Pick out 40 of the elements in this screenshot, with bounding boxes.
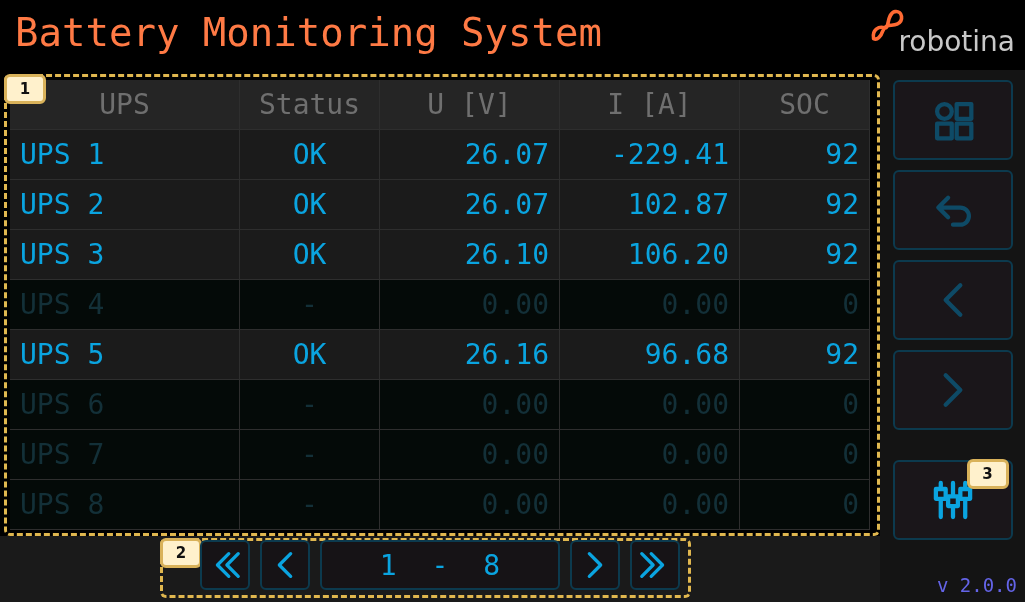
- table-cell: -229.41: [560, 130, 740, 180]
- prev-page-button[interactable]: [260, 540, 310, 590]
- column-header: Status: [240, 80, 380, 130]
- annotation-label: 2: [160, 538, 202, 568]
- table-cell: UPS 5: [10, 330, 240, 380]
- table-cell: 96.68: [560, 330, 740, 380]
- table-cell: 106.20: [560, 230, 740, 280]
- table-cell: 92: [740, 180, 870, 230]
- table-cell: 26.07: [380, 180, 560, 230]
- annotation-label: 3: [966, 459, 1009, 489]
- column-header: SOC: [740, 80, 870, 130]
- table-cell: OK: [240, 230, 380, 280]
- last-page-button[interactable]: [630, 540, 680, 590]
- page-range-button[interactable]: 1 - 8: [320, 540, 560, 590]
- table-cell: 92: [740, 230, 870, 280]
- table-cell: 26.07: [380, 130, 560, 180]
- version-label: v 2.0.0: [936, 574, 1018, 598]
- table-cell: -: [240, 430, 380, 480]
- table-cell: OK: [240, 180, 380, 230]
- table-cell: 26.16: [380, 330, 560, 380]
- table-cell: 102.87: [560, 180, 740, 230]
- logo-text: robotina: [898, 28, 1015, 56]
- next-page-button[interactable]: [570, 540, 620, 590]
- table-cell: OK: [240, 130, 380, 180]
- table-cell: 92: [740, 130, 870, 180]
- table-cell: UPS 2: [10, 180, 240, 230]
- table-cell: 26.10: [380, 230, 560, 280]
- table-cell: OK: [240, 330, 380, 380]
- table-cell: -: [240, 380, 380, 430]
- column-header: U [V]: [380, 80, 560, 130]
- sidebar-button[interactable]: 3: [892, 460, 1013, 540]
- first-page-button[interactable]: [200, 540, 250, 590]
- table-cell: UPS 1: [10, 130, 240, 180]
- app-title: Battery Monitoring System: [15, 9, 602, 57]
- annotation-label: 1: [4, 74, 46, 104]
- table-cell: -: [240, 480, 380, 530]
- table-cell: 92: [740, 330, 870, 380]
- table-cell: UPS 3: [10, 230, 240, 280]
- column-header: I [A]: [560, 80, 740, 130]
- table-cell: -: [240, 280, 380, 330]
